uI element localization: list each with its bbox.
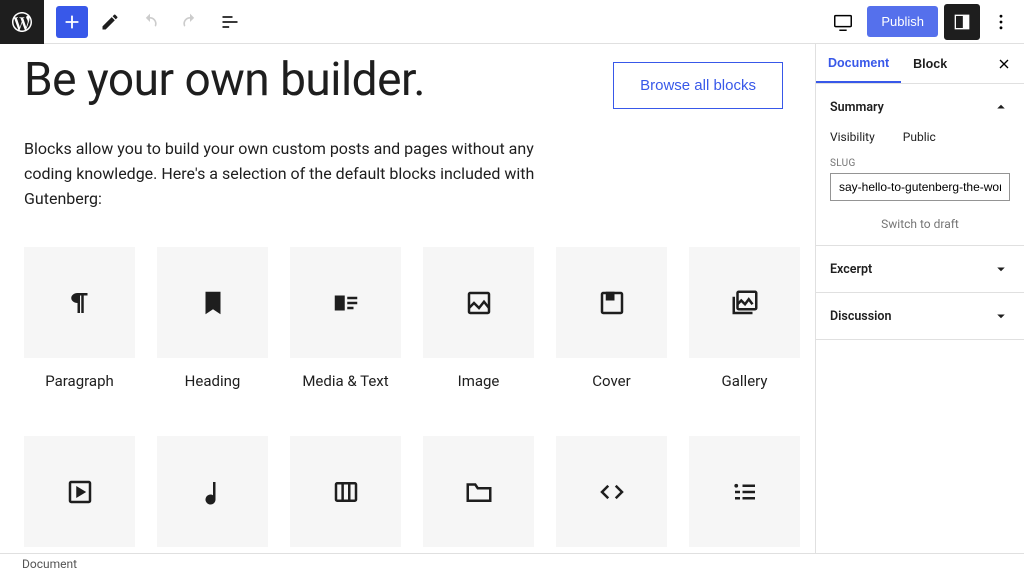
excerpt-title: Excerpt: [830, 262, 872, 277]
discussion-panel-toggle[interactable]: Discussion: [816, 293, 1024, 340]
visibility-row[interactable]: Visibility Public: [830, 130, 1010, 144]
block-label: Heading: [185, 372, 241, 390]
block-grid: Paragraph Heading Media & Text Image Cov…: [24, 247, 791, 547]
block-item-image[interactable]: Image: [423, 247, 534, 390]
excerpt-panel-toggle[interactable]: Excerpt: [816, 246, 1024, 293]
video-icon: [65, 477, 95, 507]
browse-blocks-button[interactable]: Browse all blocks: [613, 62, 783, 109]
summary-panel: Summary Visibility Public Slug Switch to…: [816, 84, 1024, 246]
tab-block[interactable]: Block: [901, 45, 959, 82]
summary-panel-toggle[interactable]: Summary: [830, 98, 1010, 116]
outline-icon: [220, 12, 240, 32]
footer-breadcrumb[interactable]: Document: [0, 553, 1024, 576]
settings-sidebar-toggle[interactable]: [944, 4, 980, 40]
close-sidebar-button[interactable]: [990, 50, 1018, 78]
switch-to-draft-button[interactable]: Switch to draft: [830, 217, 1010, 231]
paragraph-icon: [65, 288, 95, 318]
bookmark-icon: [198, 288, 228, 318]
editor-canvas: Be your own builder. Browse all blocks B…: [0, 44, 815, 553]
block-item-heading[interactable]: Heading: [157, 247, 268, 390]
wordpress-icon: [10, 10, 34, 34]
audio-icon: [198, 477, 228, 507]
slug-input[interactable]: [830, 173, 1010, 201]
pencil-icon: [100, 12, 120, 32]
visibility-value: Public: [903, 130, 936, 144]
block-item-cover[interactable]: Cover: [556, 247, 667, 390]
add-block-button[interactable]: [56, 6, 88, 38]
block-item-list[interactable]: [689, 436, 800, 547]
hero-row: Be your own builder. Browse all blocks: [24, 54, 791, 109]
block-item-media-text[interactable]: Media & Text: [290, 247, 401, 390]
toolbar-right-group: Publish: [825, 4, 1024, 40]
intro-paragraph: Blocks allow you to build your own custo…: [24, 137, 564, 211]
chevron-up-icon: [992, 98, 1010, 116]
block-item-code[interactable]: [556, 436, 667, 547]
slug-label: Slug: [830, 158, 1010, 169]
page-title: Be your own builder.: [24, 54, 425, 107]
tab-document[interactable]: Document: [816, 44, 901, 83]
undo-button[interactable]: [132, 4, 168, 40]
view-button[interactable]: [825, 4, 861, 40]
visibility-label: Visibility: [830, 130, 875, 144]
more-options-button[interactable]: [986, 4, 1016, 40]
block-item-file[interactable]: [423, 436, 534, 547]
wordpress-logo[interactable]: [0, 0, 44, 44]
list-icon: [730, 477, 760, 507]
plus-icon: [61, 11, 83, 33]
media-text-icon: [331, 288, 361, 318]
block-label: Cover: [592, 372, 630, 390]
code-icon: [597, 477, 627, 507]
redo-icon: [180, 12, 200, 32]
chevron-down-icon: [992, 307, 1010, 325]
sidebar-tabs: Document Block: [816, 44, 1024, 84]
dots-vertical-icon: [991, 12, 1011, 32]
block-label: Image: [458, 372, 500, 390]
block-label: Gallery: [722, 372, 768, 390]
block-item-audio[interactable]: [157, 436, 268, 547]
chevron-down-icon: [992, 260, 1010, 278]
toolbar-left-group: [0, 0, 248, 44]
edit-mode-button[interactable]: [92, 4, 128, 40]
block-item-gallery[interactable]: Gallery: [689, 247, 800, 390]
folder-icon: [464, 477, 494, 507]
discussion-title: Discussion: [830, 309, 891, 324]
block-label: Paragraph: [45, 372, 114, 390]
undo-icon: [140, 12, 160, 32]
block-item-paragraph[interactable]: Paragraph: [24, 247, 135, 390]
columns-icon: [331, 477, 361, 507]
block-label: Media & Text: [302, 372, 388, 390]
desktop-icon: [832, 11, 854, 33]
document-overview-button[interactable]: [212, 4, 248, 40]
gallery-icon: [730, 288, 760, 318]
top-toolbar: Publish: [0, 0, 1024, 44]
summary-title: Summary: [830, 100, 884, 115]
settings-sidebar: Document Block Summary Visibility Public…: [815, 44, 1024, 553]
publish-button[interactable]: Publish: [867, 6, 938, 37]
block-item-video[interactable]: [24, 436, 135, 547]
image-icon: [464, 288, 494, 318]
sidebar-icon: [952, 12, 972, 32]
close-icon: [996, 56, 1012, 72]
cover-icon: [597, 288, 627, 318]
redo-button[interactable]: [172, 4, 208, 40]
block-item-columns[interactable]: [290, 436, 401, 547]
